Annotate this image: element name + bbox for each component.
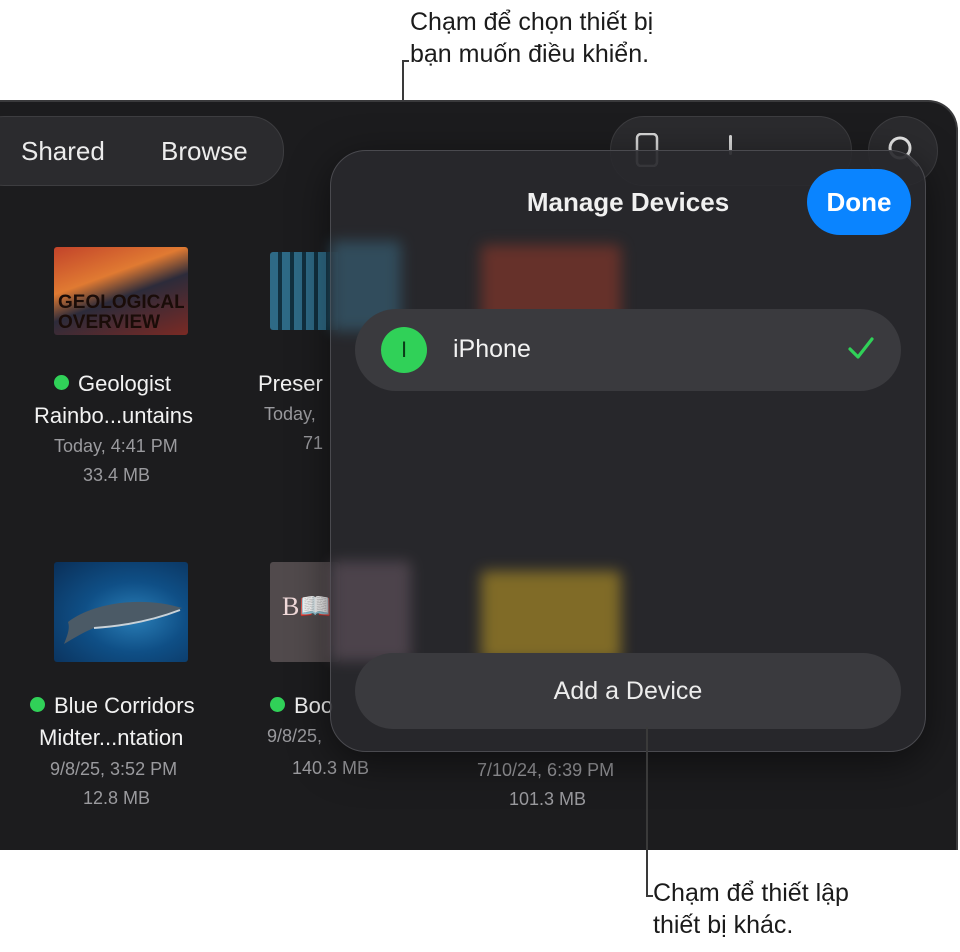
thumbnail-title-text: GEOLOGICAL OVERVIEW	[58, 293, 184, 331]
document-size: 12.8 MB	[83, 788, 151, 808]
document-size: 71	[303, 433, 324, 453]
callout-select-device: Chạm để chọn thiết bị bạn muốn điều khiể…	[410, 6, 653, 70]
status-dot-icon	[54, 375, 69, 390]
document-size: 140.3 MB	[292, 758, 370, 778]
done-button[interactable]: Done	[807, 169, 911, 235]
callout-bottom-line1: Chạm để thiết lập	[653, 879, 849, 907]
callout-bottom-line2: thiết bị khác.	[653, 911, 794, 939]
tab-browse[interactable]: Browse	[161, 136, 248, 167]
document-thumbnail-blue-corridors[interactable]	[54, 562, 188, 662]
document-name-line1: Geologist	[54, 368, 171, 399]
app-screen: Shared Browse GEOLOGICAL OVERVIEW Geolog…	[0, 100, 958, 850]
thumbnail-title-text: B📖	[282, 592, 332, 621]
blurred-background-thumbnail	[331, 561, 411, 661]
tab-bar: Shared Browse	[0, 116, 284, 186]
document-date: Today,	[264, 404, 316, 424]
document-name-line1: Preser	[258, 371, 323, 396]
blurred-background-thumbnail	[481, 571, 621, 661]
device-avatar: I	[381, 327, 427, 373]
add-device-button[interactable]: Add a Device	[355, 653, 901, 729]
tab-shared[interactable]: Shared	[21, 136, 105, 167]
checkmark-icon	[848, 337, 874, 359]
whale-image	[64, 601, 182, 644]
status-dot-icon	[30, 697, 45, 712]
document-date: 9/8/25, 3:52 PM	[50, 759, 178, 779]
document-date: 9/8/25,	[267, 726, 323, 746]
status-dot-icon	[270, 697, 285, 712]
callout-leader-tick	[646, 895, 653, 897]
device-name: iPhone	[453, 335, 531, 363]
callout-top-line1: Chạm để chọn thiết bị	[410, 8, 654, 36]
document-date: 7/10/24, 6:39 PM	[477, 760, 615, 780]
device-row-iphone[interactable]: I iPhone	[355, 309, 901, 391]
document-date: Today, 4:41 PM	[54, 436, 178, 456]
document-name-line2: Rainbo...untains	[34, 403, 193, 428]
callout-add-device: Chạm để thiết lập thiết bị khác.	[653, 877, 849, 941]
callout-leader-line	[646, 727, 648, 897]
manage-devices-sheet: Manage Devices Done I iPhone Add a Devic…	[330, 150, 926, 752]
document-name-line2: Midter...ntation	[39, 725, 184, 750]
document-thumbnail-geologist[interactable]: GEOLOGICAL OVERVIEW	[54, 247, 188, 335]
document-name-line1: Blue Corridors	[30, 690, 195, 721]
callout-top-line2: bạn muốn điều khiển.	[410, 40, 650, 68]
document-name-line1: Boo	[270, 690, 333, 721]
callout-leader-tick	[402, 60, 409, 62]
document-size: 101.3 MB	[509, 789, 587, 809]
document-size: 33.4 MB	[83, 465, 151, 485]
